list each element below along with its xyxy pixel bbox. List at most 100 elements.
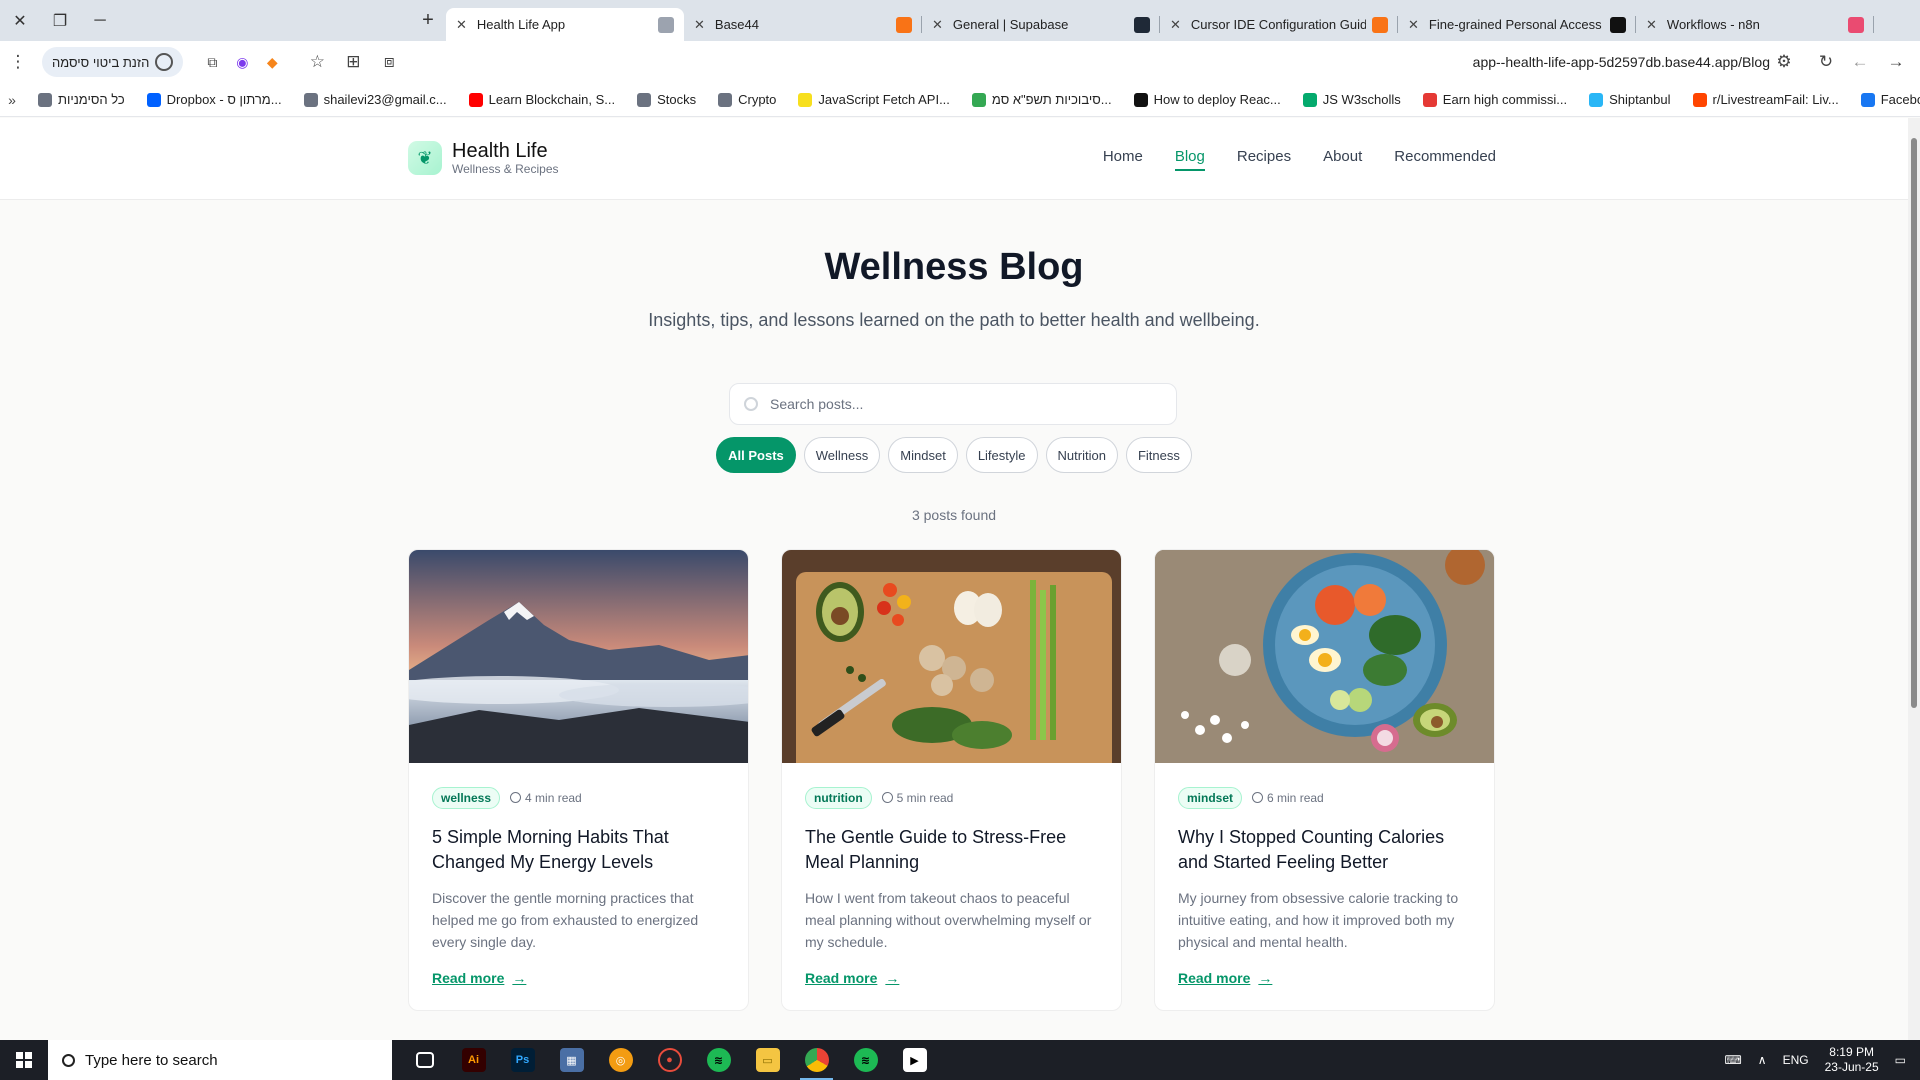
language-indicator[interactable]: ENG — [1783, 1053, 1809, 1067]
filter-all-posts[interactable]: All Posts — [716, 437, 796, 473]
bookmark-item[interactable]: shailevi23@gmail.c... — [296, 92, 455, 107]
tab-5[interactable]: ✕ Fine-grained Personal Access To — [1398, 8, 1636, 41]
bookmark-item[interactable]: Crypto — [710, 92, 784, 107]
post-card[interactable]: nutrition 5 min read The Gentle Guide to S… — [781, 549, 1122, 1011]
site-settings-icon[interactable]: ⚙ — [1766, 44, 1802, 80]
post-title[interactable]: 5 Simple Morning Habits That Changed My … — [432, 825, 725, 875]
bookmark-item[interactable]: Stocks — [629, 92, 704, 107]
post-card[interactable]: mindset 6 min read Why I Stopped Counting … — [1154, 549, 1495, 1011]
nav-link-recipes[interactable]: Recipes — [1237, 148, 1291, 165]
taskbar-search[interactable]: Type here to search — [48, 1040, 392, 1080]
bookmark-item[interactable]: Shiptanbul — [1581, 92, 1678, 107]
scrollbar-thumb[interactable] — [1911, 138, 1917, 708]
post-meta: mindset 6 min read — [1178, 787, 1471, 809]
clock-time: 8:19 PM — [1829, 1045, 1874, 1059]
salad-bowl-image[interactable] — [1155, 550, 1494, 763]
page-scrollbar[interactable] — [1908, 118, 1920, 1040]
notifications-icon[interactable]: ▭ — [1895, 1053, 1906, 1067]
password-chip[interactable]: הזנת ביטוי סיסמה — [42, 47, 184, 77]
recorder-icon[interactable]: ● — [645, 1040, 694, 1080]
read-more-link[interactable]: Read more → — [1178, 970, 1272, 986]
post-title[interactable]: The Gentle Guide to Stress-Free Meal Pla… — [805, 825, 1098, 875]
forward-arrow-icon[interactable]: → — [1878, 44, 1914, 80]
read-more-link[interactable]: Read more → — [805, 970, 899, 986]
translate-icon[interactable]: ⊞ — [335, 44, 371, 80]
reload-icon[interactable]: ↻ — [1808, 44, 1844, 80]
illustrator-icon[interactable]: Ai — [449, 1040, 498, 1080]
tab-1[interactable]: ✕ Health Life App — [446, 8, 684, 41]
bookmark-item[interactable]: JavaScript Fetch API... — [790, 92, 958, 107]
nav-link-recommended[interactable]: Recommended — [1394, 148, 1496, 165]
tab-strip: ✕ Health Life App ✕ Base44 ✕ General | Supaba… — [446, 0, 1874, 41]
tab-4[interactable]: ✕ Cursor IDE Configuration Guide — [1160, 8, 1398, 41]
spotify-app-icon[interactable]: ≋ — [841, 1040, 890, 1080]
back-arrow-icon[interactable]: ← — [1842, 44, 1878, 80]
mountain-sunrise-image[interactable] — [409, 550, 748, 763]
metamask-fox-icon[interactable]: ◆ — [259, 49, 285, 75]
bookmark-item[interactable]: Facebook — [1853, 92, 1920, 107]
nav-link-home[interactable]: Home — [1103, 148, 1143, 165]
tab-close-icon[interactable]: ✕ — [694, 17, 705, 33]
tab-3[interactable]: ✕ General | Supabase — [922, 8, 1160, 41]
calculator-icon[interactable]: ▦ — [547, 1040, 596, 1080]
tab-close-icon[interactable]: ✕ — [456, 17, 467, 33]
bookmark-label: JS W3scholls — [1322, 92, 1401, 107]
bookmark-star-icon[interactable]: ☆ — [299, 44, 335, 80]
bookmark-item[interactable]: How to deploy Reac... — [1126, 92, 1289, 107]
taskbar-clock[interactable]: 8:19 PM 23-Jun-25 — [1825, 1045, 1879, 1075]
brand-subtitle: Wellness & Recipes — [452, 162, 559, 176]
tab-close-icon[interactable]: ✕ — [1646, 17, 1657, 33]
tab-2[interactable]: ✕ Base44 — [684, 8, 922, 41]
keyboard-icon[interactable]: ⌨ — [1724, 1053, 1741, 1067]
bookmark-item[interactable]: JS W3scholls — [1295, 92, 1409, 107]
address-bar[interactable]: app--health-life-app-5d2597db.base44.app… — [1300, 47, 1770, 77]
bookmark-item[interactable]: סיבוכיות תשפ"א סמ... — [964, 92, 1120, 107]
extensions-puzzle-icon[interactable]: ⧉ — [199, 49, 225, 75]
bookmark-item[interactable]: Earn high commissi... — [1415, 92, 1575, 107]
filter-mindset[interactable]: Mindset — [888, 437, 958, 473]
restore-window-icon[interactable]: ❐ — [40, 0, 80, 41]
tab-close-icon[interactable]: ✕ — [1408, 17, 1419, 33]
read-time-label: 4 min read — [525, 791, 582, 805]
close-window-icon[interactable]: ✕ — [0, 0, 40, 41]
install-app-icon[interactable]: ⧈ — [371, 44, 407, 80]
tab-title: Cursor IDE Configuration Guide — [1190, 17, 1366, 32]
tab-title: General | Supabase — [952, 17, 1069, 32]
tab-close-icon[interactable]: ✕ — [932, 17, 943, 33]
photoshop-icon[interactable]: Ps — [498, 1040, 547, 1080]
bookmark-label: Crypto — [738, 92, 777, 107]
file-explorer-icon[interactable]: ▭ — [743, 1040, 792, 1080]
search-input[interactable] — [770, 396, 1150, 412]
terminal-app-icon[interactable]: ▶ — [890, 1040, 939, 1080]
post-title[interactable]: Why I Stopped Counting Calories and Star… — [1178, 825, 1471, 875]
bookmark-item[interactable]: כל הסימניות — [30, 92, 133, 107]
bookmark-item[interactable]: Learn Blockchain, S... — [461, 92, 623, 107]
vlc-icon[interactable]: ◎ — [596, 1040, 645, 1080]
new-tab-button[interactable]: + — [410, 0, 446, 41]
nav-link-blog[interactable]: Blog — [1174, 148, 1205, 171]
menu-kebab-icon[interactable]: ⋮ — [0, 44, 36, 80]
bookmark-item[interactable]: r/LivestreamFail: Liv... — [1685, 92, 1847, 107]
read-more-link[interactable]: Read more → — [432, 970, 526, 986]
chrome-icon[interactable] — [792, 1040, 841, 1080]
start-button[interactable] — [0, 1040, 48, 1080]
minimize-window-icon[interactable]: ─ — [80, 0, 120, 41]
tray-chevron-up-icon[interactable]: ∧ — [1758, 1053, 1767, 1067]
nav-link-about[interactable]: About — [1323, 148, 1362, 165]
brand[interactable]: ❦ Health Life Wellness & Recipes — [408, 140, 559, 176]
bookmark-favicon-icon — [798, 92, 813, 107]
extension-purple-icon[interactable]: ◉ — [229, 49, 255, 75]
filter-fitness[interactable]: Fitness — [1125, 437, 1192, 473]
tab-close-icon[interactable]: ✕ — [1170, 17, 1181, 33]
task-view-icon[interactable] — [400, 1040, 449, 1080]
bookmarks-overflow-icon[interactable]: » — [0, 82, 24, 118]
bookmark-item[interactable]: Dropbox - מרתון ס... — [139, 92, 290, 107]
post-card[interactable]: wellness 4 min read 5 Simple Morning Habit… — [408, 549, 749, 1011]
filter-nutrition[interactable]: Nutrition — [1045, 437, 1118, 473]
spotify-icon[interactable]: ≋ — [694, 1040, 743, 1080]
cutting-board-vegetables-image[interactable] — [782, 550, 1121, 763]
tab-6[interactable]: ✕ Workflows - n8n — [1636, 8, 1874, 41]
tab-favicon-icon — [1372, 16, 1388, 33]
filter-wellness[interactable]: Wellness — [803, 437, 881, 473]
filter-lifestyle[interactable]: Lifestyle — [965, 437, 1038, 473]
